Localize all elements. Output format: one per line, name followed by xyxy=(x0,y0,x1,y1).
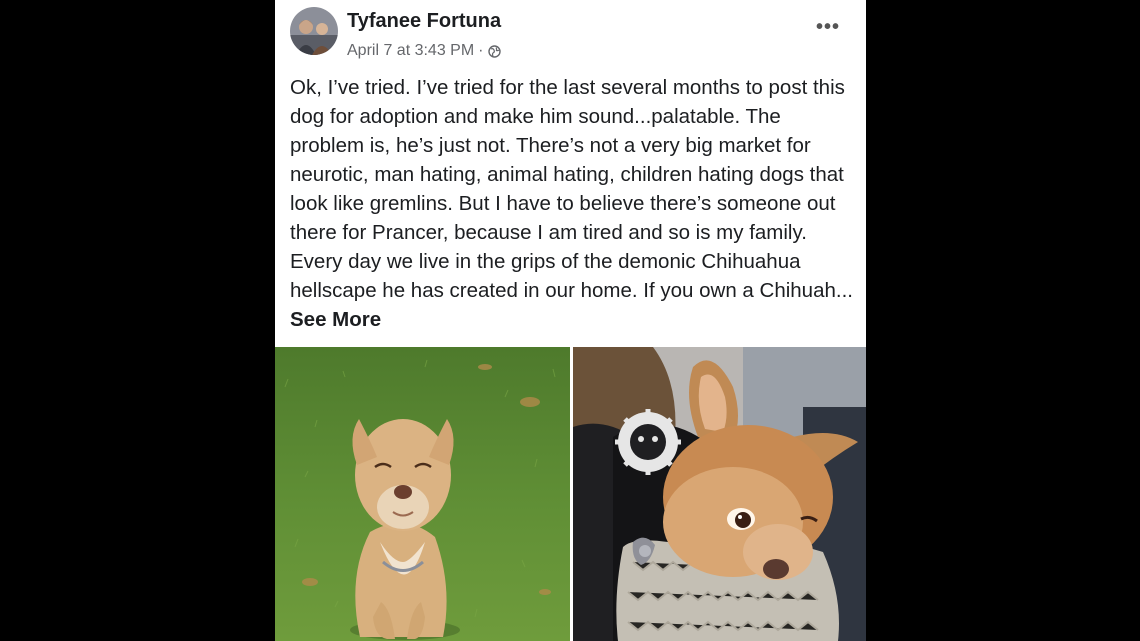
see-more-link[interactable]: See More xyxy=(290,308,381,331)
more-options-icon[interactable]: ••• xyxy=(816,16,840,39)
post-text: Ok, I’ve tried. I’ve tried for the last … xyxy=(290,76,853,302)
author-avatar[interactable] xyxy=(290,7,338,55)
post-timestamp[interactable]: April 7 at 3:43 PM xyxy=(347,42,474,60)
globe-icon xyxy=(487,44,501,58)
meta-separator: · xyxy=(478,42,484,59)
post-card: Tyfanee Fortuna April 7 at 3:43 PM · •••… xyxy=(275,0,866,641)
author-name[interactable]: Tyfanee Fortuna xyxy=(347,10,501,33)
post-photo-left[interactable] xyxy=(275,347,570,641)
post-body: Ok, I’ve tried. I’ve tried for the last … xyxy=(290,73,855,334)
post-photo-right[interactable] xyxy=(573,347,866,641)
post-meta: April 7 at 3:43 PM · xyxy=(347,42,501,60)
